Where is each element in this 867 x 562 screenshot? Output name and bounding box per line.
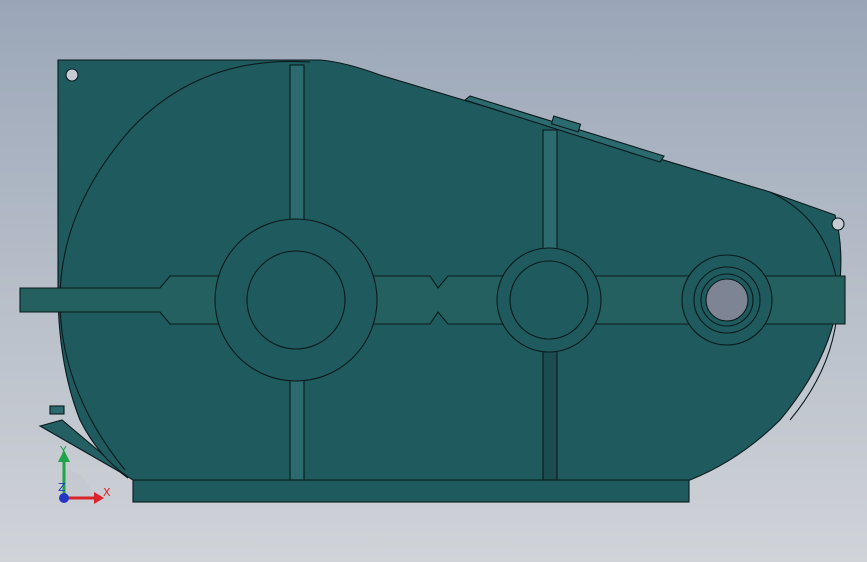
lifting-hole-right xyxy=(831,217,845,231)
bearing-cap-large xyxy=(246,250,346,350)
cad-graphics-viewport[interactable]: Y X Z xyxy=(0,0,867,562)
input-shaft-bore xyxy=(705,278,749,322)
triad-z-label: Z xyxy=(58,481,66,494)
rib-1-lower xyxy=(289,374,305,481)
base-plate xyxy=(132,479,690,503)
triad-y-label: Y xyxy=(59,444,67,457)
rib-1-upper xyxy=(289,64,305,226)
triad-plane-arc xyxy=(64,470,92,498)
bearing-cap-medium xyxy=(509,260,589,340)
rib-2-upper xyxy=(542,129,558,251)
triad-z-axis xyxy=(59,493,69,503)
triad-x-label: X xyxy=(103,486,111,499)
gearbox-model[interactable]: Y X Z xyxy=(0,0,867,562)
lifting-hole-left xyxy=(65,68,79,82)
drain-plug xyxy=(49,405,65,415)
rib-2-lower xyxy=(542,344,558,481)
